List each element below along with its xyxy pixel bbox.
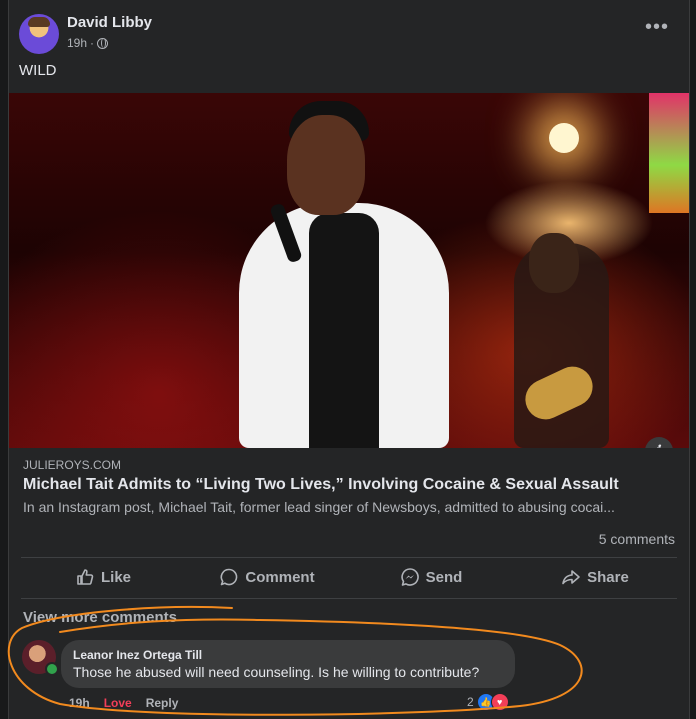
globe-icon [97, 37, 109, 49]
post-time[interactable]: 19h [67, 36, 87, 50]
post-header: David Libby 19h · ••• [19, 12, 679, 56]
online-status-dot [45, 662, 59, 676]
link-description: In an Instagram post, Michael Tait, form… [23, 499, 615, 515]
singer-shirt [309, 213, 379, 448]
comment-count[interactable]: 5 comments [599, 531, 675, 547]
commenter-name[interactable]: Leanor Inez Ortega Till [73, 648, 202, 662]
share-label: Share [587, 568, 629, 586]
comment-time[interactable]: 19h [69, 696, 90, 710]
dot-separator: · [90, 36, 95, 50]
send-label: Send [425, 568, 463, 586]
view-more-comments[interactable]: View more comments [23, 609, 177, 626]
share-arrow-icon [562, 570, 580, 585]
like-button[interactable]: Like [21, 560, 185, 594]
guitarist-head [529, 233, 579, 293]
thumbs-up-icon [77, 569, 94, 585]
singer-head [287, 115, 365, 215]
send-button[interactable]: Send [349, 560, 513, 594]
stage-screen [649, 93, 689, 213]
reaction-count: 2 [467, 695, 474, 709]
link-title[interactable]: Michael Tait Admits to “Living Two Lives… [23, 476, 619, 494]
like-label: Like [100, 568, 131, 586]
comment-text: Those he abused will need counseling. Is… [73, 664, 480, 680]
comment-label: Comment [245, 568, 315, 586]
messenger-icon [400, 568, 419, 586]
info-icon[interactable]: i [645, 437, 673, 448]
divider [21, 598, 677, 599]
share-button[interactable]: Share [513, 560, 677, 594]
comment-bubble: Leanor Inez Ortega Till Those he abused … [61, 640, 515, 688]
comment-love-button[interactable]: Love [104, 696, 132, 710]
post-text: WILD [19, 62, 57, 79]
post-card: David Libby 19h · ••• WILD i JULIEROYS.C… [8, 0, 690, 719]
stage-light [549, 123, 579, 153]
author-avatar[interactable] [19, 14, 59, 54]
comment-icon [220, 568, 238, 586]
link-domain: JULIEROYS.COM [23, 458, 122, 472]
divider [21, 557, 677, 558]
post-meta: 19h · [67, 36, 109, 50]
love-reaction-icon: ♥ [490, 693, 509, 711]
action-bar: Like Comment Send Share [21, 560, 677, 594]
comment-button[interactable]: Comment [185, 560, 349, 594]
link-preview-image[interactable]: i [9, 93, 689, 448]
comment-meta: 19h Love Reply [69, 696, 178, 710]
comment-reply-button[interactable]: Reply [146, 696, 179, 710]
comment-reactions[interactable]: 2 👍 ♥ [467, 693, 509, 711]
more-options-icon[interactable]: ••• [645, 17, 669, 37]
author-name[interactable]: David Libby [67, 14, 152, 31]
link-preview[interactable]: JULIEROYS.COM Michael Tait Admits to “Li… [9, 448, 689, 524]
